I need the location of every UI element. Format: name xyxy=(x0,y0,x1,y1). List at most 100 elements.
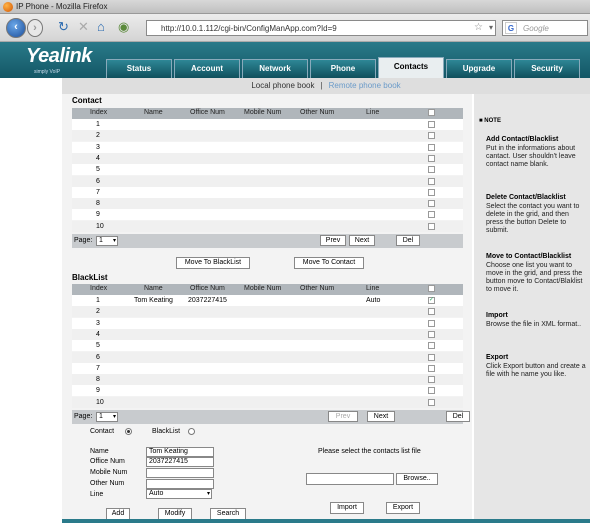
left-margin xyxy=(0,78,62,523)
table-row[interactable]: 3 xyxy=(72,317,463,329)
row-checkbox[interactable] xyxy=(428,166,435,174)
bookmark-star-icon[interactable]: ☆ xyxy=(474,22,483,33)
row-checkbox[interactable] xyxy=(428,330,435,338)
table-row[interactable]: 7 xyxy=(72,362,463,374)
tab-upgrade[interactable]: Upgrade xyxy=(446,59,512,78)
table-row[interactable]: 2 xyxy=(72,306,463,318)
row-checkbox[interactable]: ✓ xyxy=(428,297,435,304)
row-checkbox[interactable] xyxy=(428,132,435,140)
row-checkbox[interactable] xyxy=(428,121,435,128)
row-checkbox[interactable] xyxy=(428,387,435,395)
blacklist-prev-button[interactable]: Prev xyxy=(328,411,358,422)
name-field[interactable]: Tom Keating xyxy=(146,447,214,457)
table-row[interactable]: 4 xyxy=(72,152,463,164)
tab-contacts[interactable]: Contacts xyxy=(378,57,444,78)
tab-phone[interactable]: Phone xyxy=(310,59,376,78)
tagline: simply VoIP xyxy=(34,69,61,75)
row-checkbox[interactable] xyxy=(428,177,435,185)
google-icon[interactable]: G xyxy=(505,22,517,34)
contact-radio[interactable] xyxy=(125,428,132,435)
contact-page-select[interactable]: 1 ▾ xyxy=(96,236,118,246)
browse-button[interactable]: Browse.. xyxy=(396,473,438,485)
import-button[interactable]: Import xyxy=(330,502,364,514)
yealink-logo: Yealink xyxy=(26,45,92,67)
blacklist-next-button[interactable]: Next xyxy=(367,411,395,422)
table-row[interactable]: 4 xyxy=(72,328,463,340)
table-row[interactable]: 7 xyxy=(72,186,463,198)
table-row[interactable]: 3 xyxy=(72,141,463,153)
table-row[interactable]: 8 xyxy=(72,198,463,210)
table-row[interactable]: 2 xyxy=(72,130,463,142)
address-bar[interactable]: http://10.0.1.112/cgi-bin/ConfigManApp.c… xyxy=(146,20,496,36)
cell-index: 2 xyxy=(96,132,100,140)
tab-status[interactable]: Status xyxy=(106,59,172,78)
table-row[interactable]: 8 xyxy=(72,374,463,386)
tab-network[interactable]: Network xyxy=(242,59,308,78)
export-button[interactable]: Export xyxy=(386,502,420,514)
table-row[interactable]: 6 xyxy=(72,175,463,187)
cell-index: 1 xyxy=(96,297,100,304)
blacklist-radio[interactable] xyxy=(188,428,195,435)
table-row[interactable]: 1 Tom Keating 2037227415 Auto ✓ xyxy=(72,295,463,306)
table-row[interactable]: 10 xyxy=(72,220,463,232)
select-all-checkbox[interactable] xyxy=(428,109,435,116)
cell-index: 5 xyxy=(96,166,100,174)
local-phone-book-link[interactable]: Local phone book xyxy=(251,81,314,90)
line-select[interactable]: Auto ▾ xyxy=(146,489,212,499)
row-checkbox[interactable] xyxy=(428,200,435,208)
browser-titlebar: IP Phone - Mozilla Firefox xyxy=(0,0,590,14)
table-row[interactable]: 1 xyxy=(72,119,463,130)
row-checkbox[interactable] xyxy=(428,319,435,327)
search-bar[interactable]: G Google xyxy=(502,20,588,36)
forward-button[interactable]: › xyxy=(27,19,43,37)
file-path-field[interactable] xyxy=(306,473,394,485)
table-row[interactable]: 6 xyxy=(72,351,463,363)
back-button[interactable]: ‹ xyxy=(6,18,26,38)
table-row[interactable]: 5 xyxy=(72,164,463,176)
contact-prev-button[interactable]: Prev xyxy=(320,235,346,246)
table-row[interactable]: 5 xyxy=(72,340,463,352)
row-checkbox[interactable] xyxy=(428,143,435,151)
row-checkbox[interactable] xyxy=(428,398,435,406)
tab-account[interactable]: Account xyxy=(174,59,240,78)
table-row[interactable]: 9 xyxy=(72,385,463,397)
contact-next-button[interactable]: Next xyxy=(349,235,375,246)
row-checkbox[interactable] xyxy=(428,353,435,361)
addon-icon[interactable]: ◉ xyxy=(118,20,129,34)
note-heading-delete: Delete Contact/Blacklist xyxy=(486,194,566,201)
cell-index: 7 xyxy=(96,188,100,196)
office-num-label: Office Num xyxy=(90,458,125,465)
blacklist-del-button[interactable]: Del xyxy=(446,411,470,422)
remote-phone-book-link[interactable]: Remote phone book xyxy=(329,81,401,90)
mobile-num-field[interactable] xyxy=(146,468,214,478)
move-to-blacklist-button[interactable]: Move To BlackList xyxy=(176,257,250,269)
row-checkbox[interactable] xyxy=(428,342,435,350)
blacklist-page-select[interactable]: 1 ▾ xyxy=(96,412,118,422)
row-checkbox[interactable] xyxy=(428,376,435,384)
row-checkbox[interactable] xyxy=(428,188,435,196)
row-checkbox[interactable] xyxy=(428,154,435,162)
row-checkbox[interactable] xyxy=(428,308,435,316)
table-row[interactable]: 10 xyxy=(72,396,463,408)
row-checkbox[interactable] xyxy=(428,211,435,219)
contact-del-button[interactable]: Del xyxy=(396,235,420,246)
row-checkbox[interactable] xyxy=(428,364,435,372)
stop-icon[interactable]: ✕ xyxy=(78,20,89,34)
url-dropdown-icon[interactable]: ▾ xyxy=(489,23,493,32)
note-icon: ■ xyxy=(479,118,483,124)
blacklist-select-all-checkbox[interactable] xyxy=(428,285,435,292)
row-checkbox[interactable] xyxy=(428,222,435,230)
other-num-field[interactable] xyxy=(146,479,214,489)
table-row[interactable]: 9 xyxy=(72,209,463,221)
cell-index: 9 xyxy=(96,211,100,219)
move-to-contact-button[interactable]: Move To Contact xyxy=(294,257,364,269)
app-header: Yealink simply VoIP Status Account Netwo… xyxy=(0,42,590,78)
tab-security[interactable]: Security xyxy=(514,59,580,78)
blacklist-radio-label: BlackList xyxy=(152,428,181,435)
home-icon[interactable]: ⌂ xyxy=(97,20,105,34)
blacklist-grid-header: Index Name Office Num Mobile Num Other N… xyxy=(72,284,463,295)
office-num-field[interactable]: 2037227415 xyxy=(146,457,214,467)
reload-icon[interactable]: ↻ xyxy=(58,20,69,34)
note-text-import: Browse the file in XML format.. xyxy=(486,321,582,328)
footer-bar xyxy=(62,519,590,523)
